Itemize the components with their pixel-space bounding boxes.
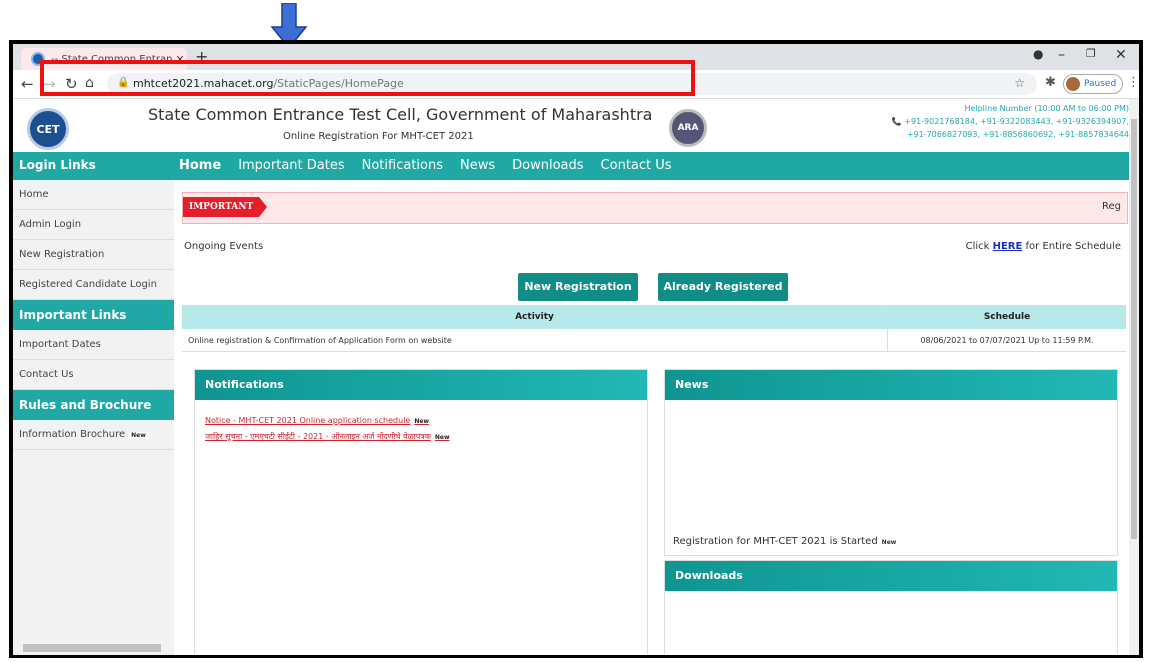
phone-icon: 📞: [891, 117, 905, 126]
sidebar-item-new-registration[interactable]: New Registration: [13, 240, 174, 270]
nav-downloads[interactable]: Downloads: [512, 158, 583, 173]
sidebar-item-admin-login[interactable]: Admin Login: [13, 210, 174, 240]
main-nav: Login Links Home Important Dates Notific…: [13, 152, 1139, 180]
table-header-schedule: Schedule: [887, 305, 1126, 329]
table-header-activity: Activity: [182, 305, 888, 329]
new-badge: New: [434, 434, 450, 441]
schedule-here-link[interactable]: HERE: [993, 241, 1023, 252]
close-window-icon[interactable]: ✕: [1115, 47, 1127, 63]
extensions-icon[interactable]: ✱: [1045, 75, 1056, 90]
sidebar-horizontal-scrollbar[interactable]: [13, 643, 174, 653]
new-badge: New: [129, 432, 148, 439]
page-vertical-scrollbar[interactable]: [1129, 99, 1139, 655]
avatar: [1066, 77, 1080, 91]
ongoing-events-label: Ongoing Events: [184, 241, 264, 252]
activity-cell: Online registration & Confirmation of Ap…: [182, 329, 888, 352]
notifications-panel: Notifications Notice - MHT-CET 2021 Onli…: [194, 369, 648, 655]
new-badge: New: [414, 418, 429, 425]
bookmark-star-icon[interactable]: ☆: [1014, 76, 1025, 90]
back-icon[interactable]: ←: [21, 75, 34, 93]
nav-important-dates[interactable]: Important Dates: [238, 158, 344, 173]
nav-news[interactable]: News: [460, 158, 495, 173]
important-marquee: IMPORTANT Reg: [182, 192, 1128, 224]
downloads-panel: Downloads: [664, 560, 1118, 655]
nav-home[interactable]: Home: [179, 158, 221, 173]
news-panel: News Registration for MHT-CET 2021 is St…: [664, 369, 1118, 556]
already-registered-button[interactable]: Already Registered: [658, 273, 788, 301]
sidebar-item-home[interactable]: Home: [13, 180, 174, 210]
downloads-heading: Downloads: [665, 561, 1117, 591]
menu-icon[interactable]: ⋮: [1127, 75, 1139, 90]
new-badge: New: [881, 539, 897, 546]
schedule-link-text: Click HERE for Entire Schedule: [965, 241, 1121, 252]
profile-button[interactable]: Paused: [1063, 74, 1123, 94]
restore-icon[interactable]: ❐: [1086, 47, 1096, 60]
marquee-text[interactable]: Reg: [1102, 201, 1121, 212]
site-header: CET State Common Entrance Test Cell, Gov…: [13, 99, 1139, 152]
helpline-info: Helpline Number (10:00 AM to 06:00 PM) 📞…: [891, 104, 1129, 139]
notice-link-english[interactable]: Notice - MHT-CET 2021 Online application…: [205, 416, 647, 425]
browser-window: -- State Common Entrance Test ( ✕ + ● – …: [13, 44, 1139, 655]
annotation-highlight-box: [40, 60, 695, 96]
sidebar-item-information-brochure[interactable]: Information Brochure New: [13, 420, 174, 450]
nav-notifications[interactable]: Notifications: [362, 158, 443, 173]
cet-logo: CET: [27, 108, 69, 150]
site-subtitle: Online Registration For MHT-CET 2021: [283, 131, 474, 142]
rules-brochure-heading: Rules and Brochure: [13, 390, 174, 420]
main-content: IMPORTANT Reg Ongoing Events Click HERE …: [174, 180, 1129, 655]
sidebar-item-registered-login[interactable]: Registered Candidate Login: [13, 270, 174, 300]
important-tag: IMPORTANT: [183, 197, 268, 217]
site-title: State Common Entrance Test Cell, Governm…: [148, 105, 653, 124]
record-icon[interactable]: ●: [1033, 47, 1043, 61]
ara-logo: ARA: [669, 109, 707, 147]
login-links-title: Login Links: [19, 158, 96, 172]
important-links-heading: Important Links: [13, 300, 174, 330]
notifications-heading: Notifications: [195, 370, 647, 400]
nav-contact-us[interactable]: Contact Us: [601, 158, 672, 173]
table-row: Online registration & Confirmation of Ap…: [182, 329, 1126, 352]
activity-table: Activity Schedule Online registration & …: [182, 305, 1126, 352]
news-item[interactable]: Registration for MHT-CET 2021 is Started…: [673, 536, 896, 547]
notice-link-marathi[interactable]: जाहिर सूचना - एमएचटी सीईटी - 2021 - ऑनला…: [205, 431, 647, 442]
schedule-cell: 08/06/2021 to 07/07/2021 Up to 11:59 P.M…: [887, 329, 1126, 352]
minimize-icon[interactable]: –: [1058, 47, 1065, 63]
sidebar-item-contact-us[interactable]: Contact Us: [13, 360, 174, 390]
sidebar: Home Admin Login New Registration Regist…: [13, 180, 174, 655]
sidebar-item-important-dates[interactable]: Important Dates: [13, 330, 174, 360]
new-registration-button[interactable]: New Registration: [518, 273, 638, 301]
news-heading: News: [665, 370, 1117, 400]
